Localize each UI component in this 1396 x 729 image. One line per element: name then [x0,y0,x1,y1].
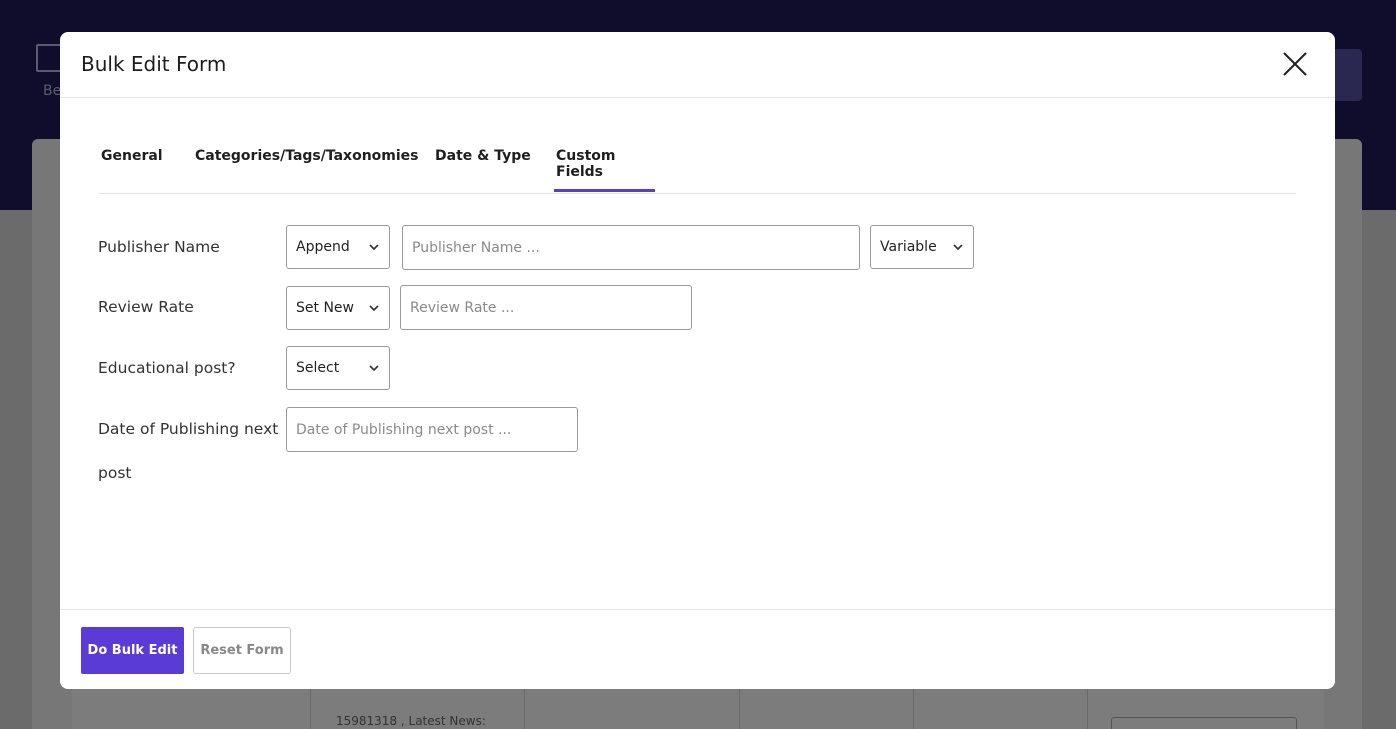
app-logo-text: Be [43,83,62,99]
table-column-divider [913,689,914,729]
review-rate-action-value: Set New [296,300,354,316]
date-of-publishing-input[interactable] [286,407,578,452]
modal-header: Bulk Edit Form [60,32,1335,98]
close-icon[interactable] [1281,50,1309,78]
table-column-divider [1087,689,1088,729]
publisher-name-action-select[interactable]: Append [286,225,390,269]
publisher-name-action-value: Append [296,239,350,255]
table-cell-text: 15981318 , Latest News: [336,714,486,728]
educational-post-label: Educational post? [98,359,236,377]
tab-bar: General Categories/Tags/Taxonomies Date … [99,130,1296,194]
chevron-down-icon [369,244,379,251]
modal-title: Bulk Edit Form [81,52,227,76]
publisher-name-variable-value: Variable [880,239,937,255]
chevron-down-icon [369,365,379,372]
tab-custom-fields[interactable]: Custom Fields [554,148,655,192]
educational-post-value: Select [296,360,340,376]
reset-form-button[interactable]: Reset Form [193,627,291,674]
tab-general[interactable]: General [99,148,165,192]
publisher-name-variable-select[interactable]: Variable [870,225,974,269]
tab-categories-tags-taxonomies[interactable]: Categories/Tags/Taxonomies [193,148,421,192]
table-column-divider [310,689,311,729]
table-column-divider [739,689,740,729]
do-bulk-edit-button[interactable]: Do Bulk Edit [81,627,184,674]
review-rate-label: Review Rate [98,298,194,316]
table-cell-select [1111,717,1297,729]
chevron-down-icon [953,244,963,251]
app-logo-icon [36,44,62,72]
review-rate-action-select[interactable]: Set New [286,286,390,330]
educational-post-select[interactable]: Select [286,346,390,390]
chevron-down-icon [369,305,379,312]
review-rate-input[interactable] [400,285,692,330]
table-column-divider [524,689,525,729]
publisher-name-input[interactable] [402,225,860,270]
publisher-name-label: Publisher Name [98,238,220,256]
tab-date-type[interactable]: Date & Type [433,148,533,192]
date-of-publishing-label-line1: Date of Publishing next [98,420,279,438]
bulk-edit-modal: Bulk Edit Form General Categories/Tags/T… [60,32,1335,689]
date-of-publishing-label-line2: post [98,464,132,482]
modal-footer: Do Bulk Edit Reset Form [60,609,1335,689]
